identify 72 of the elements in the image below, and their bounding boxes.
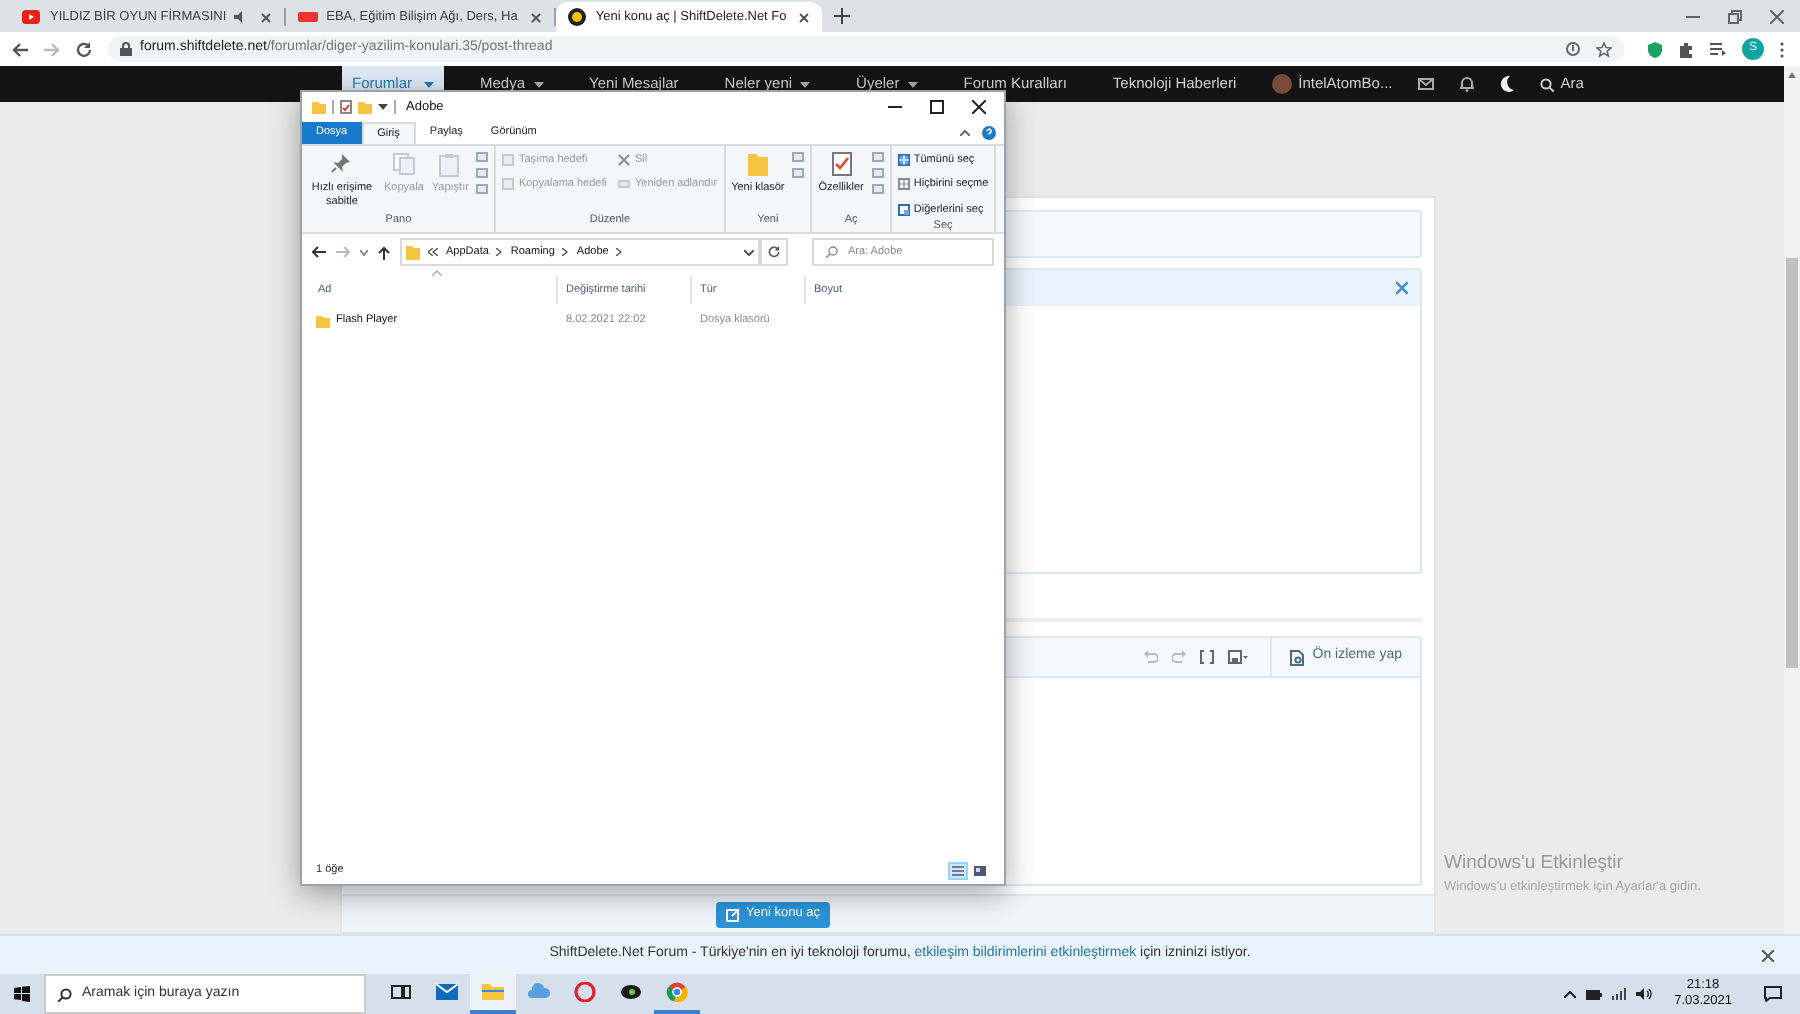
- maximize-icon[interactable]: [930, 100, 944, 114]
- search-icon: [1540, 77, 1555, 91]
- close-icon[interactable]: [972, 100, 986, 114]
- chrome-logo-icon: [666, 982, 688, 1002]
- star-icon[interactable]: [1596, 41, 1612, 57]
- pin-icon: [330, 152, 354, 178]
- folder-icon: [482, 982, 504, 1002]
- folder-icon: [745, 152, 770, 178]
- details-view-icon: [952, 865, 964, 875]
- bell-icon[interactable]: [1460, 76, 1475, 92]
- mail-icon: [436, 982, 458, 1002]
- speaker-icon[interactable]: [1636, 988, 1653, 1000]
- tiles-view-icon: [974, 865, 986, 875]
- notification-icon[interactable]: [1764, 986, 1782, 1002]
- search-icon: [826, 246, 838, 258]
- game-logo-icon: [620, 982, 642, 1002]
- back-icon[interactable]: [312, 246, 326, 258]
- reload-icon[interactable]: [76, 41, 92, 57]
- restore-icon[interactable]: [1728, 9, 1742, 23]
- folder-icon: [316, 315, 330, 327]
- site-logo-icon: [567, 8, 588, 26]
- mail-icon[interactable]: [1418, 78, 1435, 90]
- task-view-icon: [390, 982, 412, 1002]
- chevron-right-icon: [496, 248, 503, 256]
- windows-logo-icon[interactable]: [14, 986, 30, 1002]
- battery-icon[interactable]: [1586, 989, 1603, 999]
- refresh-button[interactable]: [760, 238, 788, 266]
- search-icon: [58, 987, 72, 1001]
- help-icon[interactable]: [982, 126, 996, 140]
- folder-icon: [406, 245, 420, 259]
- back-icon[interactable]: [12, 41, 28, 57]
- new-tab-icon[interactable]: [834, 8, 851, 24]
- chevron-up-icon[interactable]: [960, 130, 970, 136]
- lock-icon: [120, 42, 132, 56]
- puzzle-icon[interactable]: [1678, 41, 1694, 57]
- close-icon[interactable]: [1762, 950, 1774, 962]
- scroll-up-icon[interactable]: [1788, 72, 1796, 78]
- properties-icon: [829, 152, 854, 178]
- opera-logo-icon: [574, 982, 596, 1002]
- compose-icon: [726, 907, 740, 921]
- clipboard-icon: [438, 152, 463, 178]
- invert-selection-icon: [897, 203, 910, 216]
- view-mode-button[interactable]: [970, 861, 990, 879]
- install-icon[interactable]: [1566, 42, 1580, 56]
- moon-icon[interactable]: [1500, 76, 1515, 92]
- activation-title: Windows'u Etkinleştir: [1444, 850, 1625, 878]
- chevron-right-icon: [562, 248, 569, 256]
- overflow-chevron-icon[interactable]: [428, 248, 438, 256]
- view-mode-button[interactable]: [948, 861, 968, 879]
- scrollbar[interactable]: [1784, 66, 1800, 934]
- scrollbar-thumb[interactable]: [1786, 258, 1798, 668]
- up-icon[interactable]: [378, 245, 390, 259]
- shield-icon[interactable]: [1648, 41, 1662, 57]
- playlist-icon[interactable]: [1710, 42, 1726, 56]
- delete-icon: [618, 154, 631, 167]
- preview-icon: [1290, 649, 1305, 665]
- sort-caret-icon[interactable]: [432, 270, 442, 276]
- minimize-icon[interactable]: [888, 100, 902, 114]
- select-none-icon: [897, 178, 910, 191]
- close-icon[interactable]: [798, 11, 811, 23]
- chevron-right-icon: [616, 248, 623, 256]
- properties-icon[interactable]: [340, 100, 352, 114]
- chevron-up-icon[interactable]: [1564, 990, 1577, 998]
- brackets-icon[interactable]: [1200, 650, 1215, 664]
- wifi-icon[interactable]: [1612, 988, 1627, 1000]
- refresh-icon: [768, 246, 780, 258]
- caret-icon[interactable]: [744, 249, 754, 255]
- video-logo-icon: [22, 8, 42, 26]
- cloud-icon: [528, 982, 550, 1002]
- site-logo-icon: [298, 8, 319, 26]
- select-all-icon: [897, 154, 910, 167]
- save-icon[interactable]: [1228, 650, 1249, 664]
